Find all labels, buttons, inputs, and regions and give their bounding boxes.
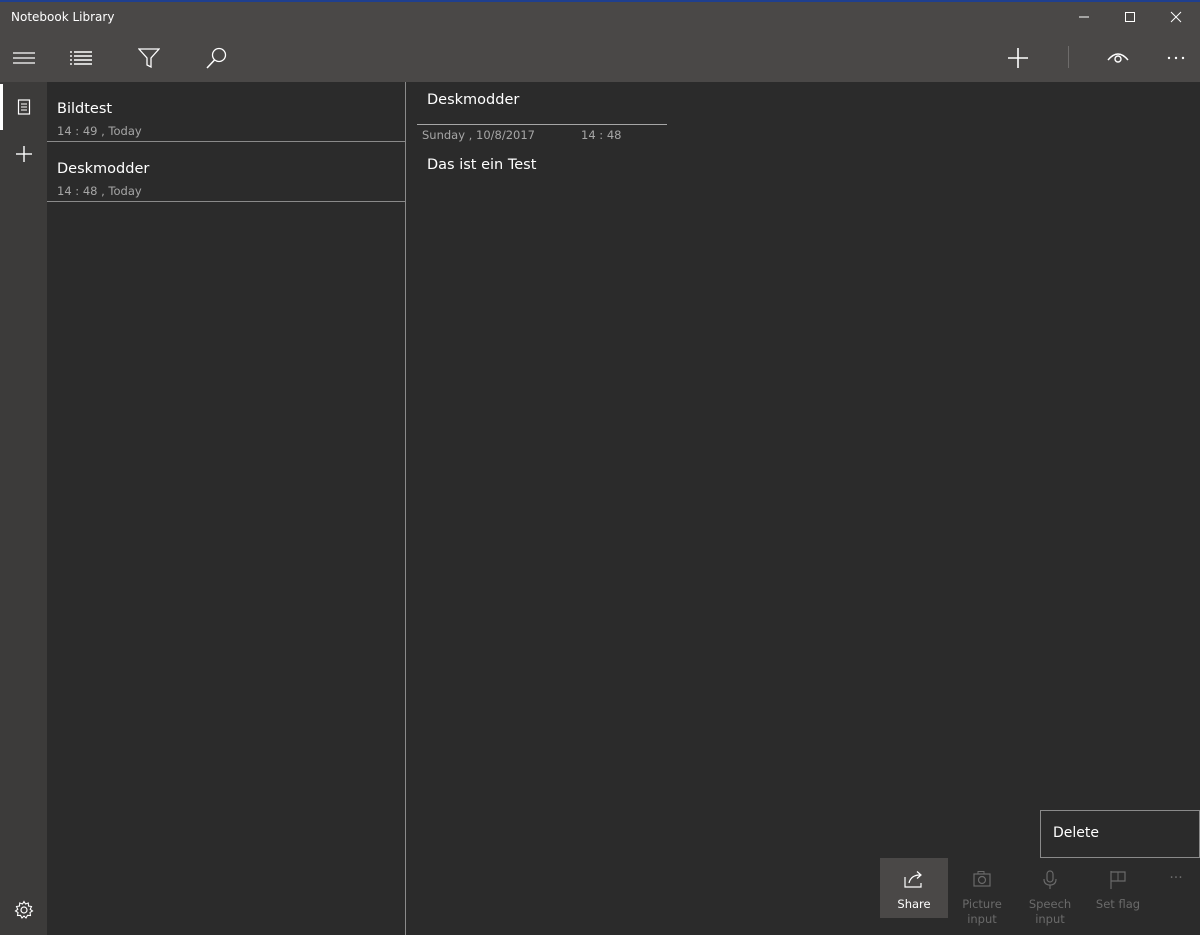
share-button[interactable]: Share bbox=[880, 858, 948, 918]
nav-rail bbox=[0, 82, 47, 935]
new-note-button[interactable] bbox=[994, 34, 1042, 82]
speech-input-button[interactable]: Speech input bbox=[1016, 858, 1084, 926]
list-icon bbox=[70, 51, 92, 65]
close-button[interactable] bbox=[1153, 0, 1199, 34]
notebook-icon bbox=[17, 99, 30, 115]
camera-icon bbox=[973, 871, 991, 887]
share-icon bbox=[904, 871, 922, 888]
note-body[interactable]: Das ist ein Test bbox=[427, 157, 536, 173]
list-view-button[interactable] bbox=[57, 34, 105, 82]
note-date: Sunday , 10/8/2017 bbox=[422, 128, 535, 142]
selection-indicator bbox=[0, 84, 3, 130]
settings-icon bbox=[14, 900, 33, 919]
note-timestamp: 14 : 48 , Today bbox=[57, 184, 142, 198]
note-title: Deskmodder bbox=[57, 161, 150, 177]
minimize-button[interactable] bbox=[1061, 0, 1107, 34]
title-bar: Notebook Library bbox=[0, 0, 1200, 34]
list-item[interactable]: Deskmodder 14 : 48 , Today bbox=[47, 142, 405, 202]
hamburger-icon bbox=[13, 52, 35, 64]
note-title: Bildtest bbox=[57, 101, 113, 117]
microphone-icon bbox=[1043, 870, 1057, 889]
title-underline bbox=[417, 124, 667, 125]
search-button[interactable] bbox=[193, 34, 241, 82]
hamburger-menu-button[interactable] bbox=[0, 34, 48, 82]
note-title-field[interactable]: Deskmodder bbox=[427, 92, 519, 108]
set-flag-label: Set flag bbox=[1095, 897, 1141, 911]
nav-item-notebook[interactable] bbox=[0, 84, 47, 130]
close-icon bbox=[1170, 11, 1182, 23]
eye-icon bbox=[1107, 53, 1129, 63]
more-icon bbox=[1167, 56, 1185, 60]
delete-menu-item[interactable]: Delete bbox=[1053, 825, 1099, 841]
note-time: 14 : 48 bbox=[581, 128, 622, 142]
filter-button[interactable] bbox=[125, 34, 173, 82]
command-bar-more-button[interactable]: ··· bbox=[1158, 870, 1194, 894]
more-options-button[interactable] bbox=[1152, 34, 1200, 82]
plus-icon bbox=[1008, 48, 1028, 68]
maximize-button[interactable] bbox=[1107, 0, 1153, 34]
speech-input-label: Speech input bbox=[1028, 897, 1072, 926]
note-timestamp: 14 : 49 , Today bbox=[57, 124, 142, 138]
flag-icon bbox=[1110, 871, 1126, 889]
share-label: Share bbox=[897, 897, 931, 911]
context-menu: Delete bbox=[1040, 810, 1200, 858]
note-detail: Deskmodder Sunday , 10/8/2017 14 : 48 Da… bbox=[407, 82, 1200, 935]
app-toolbar bbox=[0, 34, 1200, 82]
set-flag-button[interactable]: Set flag bbox=[1084, 858, 1152, 918]
minimize-icon bbox=[1079, 16, 1089, 18]
maximize-icon bbox=[1125, 12, 1135, 22]
view-button[interactable] bbox=[1094, 34, 1142, 82]
filter-icon bbox=[138, 48, 160, 68]
title-bar-accent bbox=[0, 0, 1200, 2]
search-icon bbox=[206, 47, 227, 69]
window-title: Notebook Library bbox=[11, 10, 115, 24]
list-item[interactable]: Bildtest 14 : 49 , Today bbox=[47, 82, 405, 142]
nav-item-add-notebook[interactable] bbox=[0, 131, 47, 177]
toolbar-separator bbox=[1068, 46, 1069, 68]
picture-input-button[interactable]: Picture input bbox=[948, 858, 1016, 926]
notes-list: Bildtest 14 : 49 , Today Deskmodder 14 :… bbox=[47, 82, 406, 935]
settings-button[interactable] bbox=[0, 887, 47, 933]
add-icon bbox=[15, 146, 32, 162]
picture-input-label: Picture input bbox=[962, 897, 1002, 926]
